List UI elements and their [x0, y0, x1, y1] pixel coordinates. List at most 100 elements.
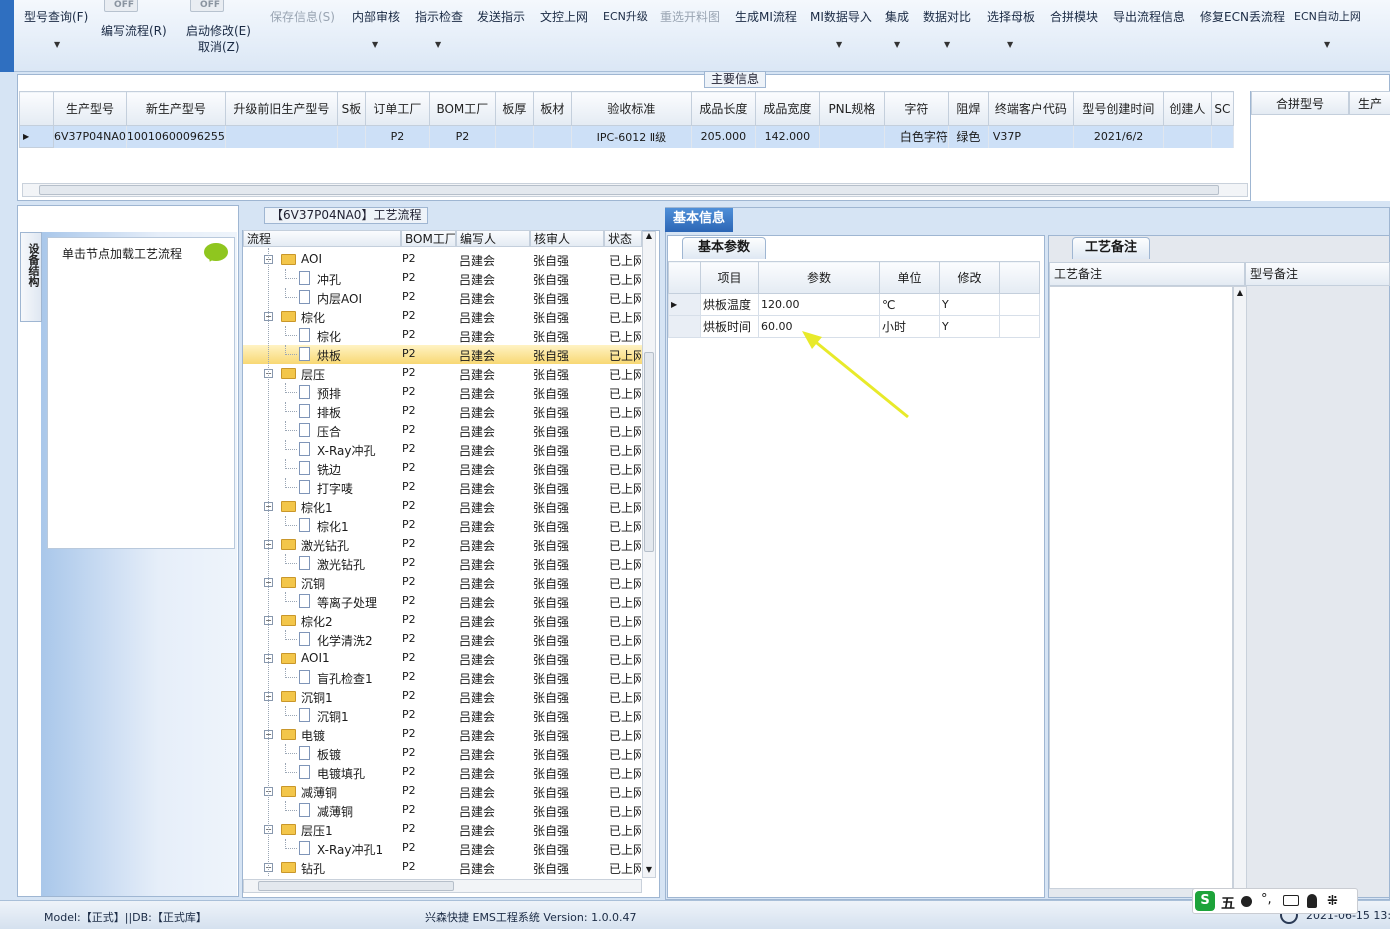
column-header[interactable]: 阻焊 — [947, 91, 989, 126]
chevron-down-icon[interactable]: ▼ — [944, 40, 950, 49]
tree-row[interactable]: − 沉铜 P2 吕建会 张自强 已上网 — [243, 573, 642, 592]
tree-row[interactable]: − AOI1 P2 吕建会 张自强 已上网 — [243, 649, 642, 668]
table-row[interactable]: ▶ 烘板温度 120.00 ℃ Y — [668, 293, 1040, 316]
punctuation-icon[interactable]: °, — [1261, 892, 1272, 907]
chevron-down-icon[interactable]: ▼ — [836, 40, 842, 49]
tree-hscrollbar[interactable] — [243, 879, 642, 893]
cancel-button[interactable]: 取消(Z) — [198, 38, 240, 55]
tab-basic-info[interactable]: 基本信息 — [665, 208, 733, 232]
table-cell[interactable] — [1163, 125, 1212, 148]
column-header[interactable]: 订单工厂 — [364, 91, 430, 126]
grid-menu-icon[interactable]: ⁜ — [1327, 894, 1338, 909]
tab-process-notes[interactable]: 工艺备注 — [1072, 237, 1150, 259]
table-cell[interactable]: 205.000 — [691, 125, 756, 148]
column-header[interactable]: 流程 — [243, 230, 401, 247]
doc-control-online-button[interactable]: 文控上网 — [540, 8, 588, 25]
query-model-button[interactable]: 型号查询(F) — [24, 8, 88, 25]
notes-vscrollbar[interactable]: ▲ — [1233, 286, 1247, 889]
column-header[interactable]: 状态 — [604, 230, 642, 247]
column-header[interactable]: 参数 — [758, 261, 880, 294]
main-table-hscrollbar[interactable] — [22, 183, 1248, 197]
tree-row[interactable]: − 棕化1 P2 吕建会 张自强 已上网 — [243, 497, 642, 516]
scroll-down-icon[interactable]: ▼ — [643, 865, 655, 874]
column-header[interactable]: 成品长度 — [690, 91, 756, 126]
tab-device-structure[interactable]: 设备结构 — [20, 232, 42, 322]
tree-row[interactable]: 减薄铜 P2 吕建会 张自强 已上网 — [243, 801, 642, 820]
table-cell[interactable]: 2021/6/2 — [1073, 125, 1164, 148]
column-header[interactable]: PNL规格 — [818, 91, 885, 126]
table-cell[interactable]: IPC-6012 Ⅱ级 — [571, 125, 692, 148]
chevron-down-icon[interactable]: ▼ — [1007, 40, 1013, 49]
toggle-start-modify[interactable]: OFF — [190, 0, 224, 12]
tree-row[interactable]: X-Ray冲孔 P2 吕建会 张自强 已上网 — [243, 440, 642, 459]
column-header[interactable]: 升级前旧生产型号 — [224, 91, 338, 126]
table-cell[interactable] — [495, 125, 534, 148]
column-header[interactable]: 单位 — [879, 261, 940, 294]
tree-row[interactable]: 电镀填孔 P2 吕建会 张自强 已上网 — [243, 763, 642, 782]
select-mother-board-button[interactable]: 选择母板 — [987, 8, 1035, 25]
tree-row[interactable]: 等离子处理 P2 吕建会 张自强 已上网 — [243, 592, 642, 611]
tree-row[interactable]: − 棕化 P2 吕建会 张自强 已上网 — [243, 307, 642, 326]
tree-row[interactable]: 预排 P2 吕建会 张自强 已上网 — [243, 383, 642, 402]
scroll-up-icon[interactable]: ▲ — [1234, 288, 1246, 297]
export-flow-info-button[interactable]: 导出流程信息 — [1113, 8, 1185, 25]
table-cell[interactable]: P2 — [429, 125, 496, 148]
chevron-down-icon[interactable]: ▼ — [372, 40, 378, 49]
column-header[interactable]: 生产型号 — [53, 91, 127, 126]
tree-row[interactable]: − 层压 P2 吕建会 张自强 已上网 — [243, 364, 642, 383]
tree-row[interactable]: − 沉铜1 P2 吕建会 张自强 已上网 — [243, 687, 642, 706]
column-header[interactable]: 生产 — [1349, 91, 1390, 115]
column-header[interactable]: 工艺备注 — [1049, 262, 1245, 286]
internal-review-button[interactable]: 内部审核 — [352, 8, 400, 25]
tree-row[interactable]: 板镀 P2 吕建会 张自强 已上网 — [243, 744, 642, 763]
table-row[interactable]: ▶ 6V37P04NA0 10010600096255 P2 P2 IPC-60… — [19, 125, 1234, 148]
start-modify-button[interactable]: 启动修改(E) — [186, 22, 251, 39]
scroll-thumb[interactable] — [258, 881, 454, 891]
row-header-corner[interactable] — [19, 91, 54, 126]
column-header[interactable]: 终端客户代码 — [987, 91, 1074, 126]
column-header[interactable]: 字符 — [883, 91, 949, 126]
table-cell[interactable]: 6V37P04NA0 — [53, 125, 127, 148]
ecn-upgrade-button[interactable]: ECN升级 — [603, 8, 648, 24]
tree-row[interactable]: X-Ray冲孔1 P2 吕建会 张自强 已上网 — [243, 839, 642, 858]
tree-row[interactable]: − 棕化2 P2 吕建会 张自强 已上网 — [243, 611, 642, 630]
write-flow-button[interactable]: 编写流程(R) — [101, 22, 167, 39]
scroll-thumb[interactable] — [39, 185, 1219, 195]
column-header[interactable]: 型号创建时间 — [1072, 91, 1164, 126]
column-header[interactable]: 项目 — [700, 261, 759, 294]
column-header[interactable]: 新生产型号 — [125, 91, 226, 126]
toggle-write-flow[interactable]: OFF — [104, 0, 138, 12]
user-icon[interactable] — [1307, 894, 1317, 908]
tree-row[interactable]: − 激光钻孔 P2 吕建会 张自强 已上网 — [243, 535, 642, 554]
table-cell[interactable] — [533, 125, 572, 148]
tree-row[interactable]: 激光钻孔 P2 吕建会 张自强 已上网 — [243, 554, 642, 573]
column-header[interactable]: 核审人 — [530, 230, 604, 247]
integrate-button[interactable]: 集成 — [885, 8, 909, 25]
data-compare-button[interactable]: 数据对比 — [923, 8, 971, 25]
chevron-down-icon[interactable]: ▼ — [1324, 40, 1330, 49]
column-header[interactable]: BOM工厂 — [401, 230, 456, 247]
column-header[interactable]: 板材 — [532, 91, 572, 126]
tab-basic-params[interactable]: 基本参数 — [682, 237, 766, 259]
repair-ecn-flow-button[interactable]: 修复ECN丢流程 — [1200, 8, 1285, 25]
row-header-corner[interactable] — [668, 261, 701, 294]
scroll-thumb[interactable] — [644, 352, 654, 552]
tree-row[interactable]: 盲孔检查1 P2 吕建会 张自强 已上网 — [243, 668, 642, 687]
tree-vscrollbar[interactable]: ▲ ▼ — [642, 231, 656, 878]
table-cell[interactable]: 白色字符 — [884, 125, 949, 148]
row-header[interactable] — [668, 315, 701, 338]
generate-mi-flow-button[interactable]: 生成MI流程 — [735, 8, 797, 25]
table-cell[interactable] — [225, 125, 338, 148]
save-info-button[interactable]: 保存信息(S) — [270, 8, 335, 25]
tree-row[interactable]: 压合 P2 吕建会 张自强 已上网 — [243, 421, 642, 440]
column-header[interactable]: S板 — [336, 91, 366, 126]
sogou-logo-icon[interactable]: S — [1195, 891, 1215, 911]
column-header[interactable]: 成品宽度 — [754, 91, 820, 126]
moon-icon[interactable] — [1241, 896, 1252, 907]
ime-toolbar[interactable]: S 五 °, ⁜ — [1192, 888, 1358, 914]
scroll-up-icon[interactable]: ▲ — [643, 231, 655, 240]
table-cell[interactable] — [819, 125, 885, 148]
ime-mode[interactable]: 五 — [1221, 893, 1235, 913]
tree-row[interactable]: 冲孔 P2 吕建会 张自强 已上网 — [243, 269, 642, 288]
table-cell[interactable] — [337, 125, 366, 148]
